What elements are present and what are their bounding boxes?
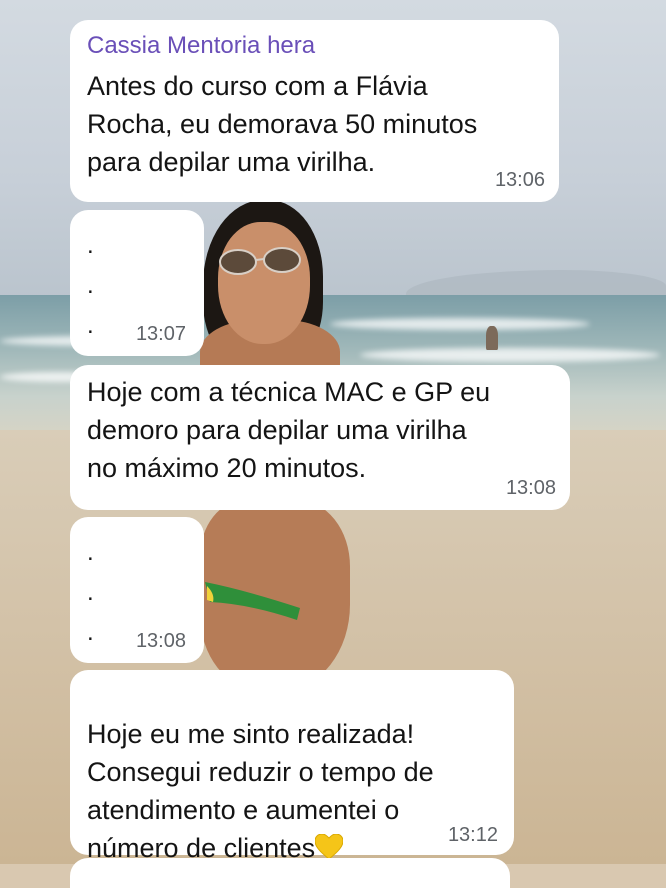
message-time: 13:12 [447, 824, 498, 846]
message-bubble[interactable]: Hoje eu me sinto realizada! Consegui red… [70, 670, 514, 863]
bikini [205, 582, 300, 620]
wave-foam [330, 318, 590, 330]
message-text: Hoje eu me sinto realizada! Consegui red… [87, 719, 434, 863]
message-bubble-partial[interactable] [70, 858, 510, 888]
message-time: 13:06 [494, 169, 545, 191]
message-bubble[interactable]: . . . 13:08 [70, 517, 204, 663]
message-text: . . . [87, 539, 94, 646]
woman-face [218, 222, 310, 344]
message-time: 13:07 [135, 323, 186, 345]
sender-name[interactable]: Cassia Mentoria hera [87, 32, 315, 60]
swimmer-figure [486, 326, 498, 350]
message-bubble[interactable]: . . . 13:07 [70, 210, 204, 356]
message-text: . . . [87, 232, 94, 339]
message-time: 13:08 [505, 477, 556, 499]
yellow-heart-icon [315, 834, 344, 860]
message-bubble[interactable]: Hoje com a técnica MAC e GP eu demoro pa… [70, 365, 570, 510]
sunglasses-icon [219, 247, 301, 275]
wave-foam [360, 348, 660, 362]
message-text: Antes do curso com a Flávia Rocha, eu de… [87, 71, 478, 177]
message-text-wrap: Hoje eu me sinto realizada! Consegui red… [87, 677, 434, 867]
message-time: 13:08 [135, 630, 186, 652]
message-bubble[interactable]: Cassia Mentoria hera Antes do curso com … [70, 20, 559, 202]
message-text: Hoje com a técnica MAC e GP eu demoro pa… [87, 377, 491, 483]
